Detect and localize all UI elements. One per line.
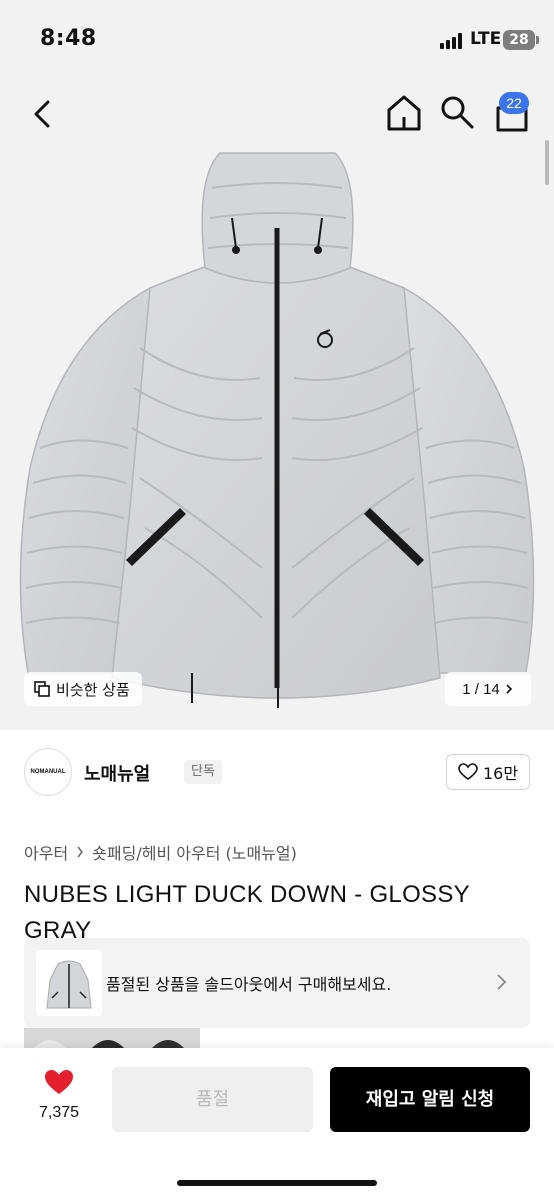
similar-products-label: 비슷한 상품	[56, 680, 130, 699]
soldout-banner[interactable]: 품절된 상품을 솔드아웃에서 구매해보세요.	[24, 938, 530, 1028]
brand-logo-text: NOMANUAL	[30, 769, 66, 775]
breadcrumb-category[interactable]: 아우터	[24, 840, 68, 864]
cart-count-badge: 22	[499, 92, 529, 114]
breadcrumb-subcategory[interactable]: 숏패딩/헤비 아우터 (노매뉴얼)	[92, 840, 297, 864]
color-variant-thumbnails	[24, 1028, 200, 1048]
battery-icon: 28	[503, 30, 539, 50]
soldout-banner-text: 품절된 상품을 솔드아웃에서 구매해보세요.	[106, 975, 392, 994]
breadcrumb: 아우터 숏패딩/헤비 아우터 (노매뉴얼)	[24, 840, 297, 864]
exclusive-tag: 단독	[184, 760, 222, 784]
image-counter-text: 1 / 14	[462, 680, 500, 698]
signal-icon	[440, 33, 466, 49]
brand-name[interactable]: 노매뉴얼	[84, 760, 150, 786]
color-variants[interactable]	[24, 1028, 200, 1048]
brand-logo[interactable]: NOMANUAL	[24, 748, 72, 796]
back-icon[interactable]	[26, 96, 62, 132]
heart-filled-icon	[45, 1070, 73, 1094]
chevron-right-icon	[506, 684, 512, 694]
restock-alert-button[interactable]: 재입고 알림 신청	[330, 1067, 530, 1132]
brand-row: NOMANUAL 노매뉴얼 단독 16만	[24, 748, 530, 796]
network-type: LTE	[470, 29, 502, 49]
scrollbar	[545, 140, 549, 185]
chevron-right-icon	[497, 974, 507, 990]
heart-outline-icon	[458, 763, 478, 780]
purchase-bar: 7,375 품절 재입고 알림 신청	[0, 1048, 554, 1200]
soldout-thumbnail	[36, 950, 102, 1016]
chevron-right-icon	[77, 846, 84, 858]
home-indicator	[177, 1180, 377, 1186]
similar-icon	[34, 681, 50, 697]
home-icon[interactable]	[385, 93, 423, 133]
brand-like-count: 16만	[482, 764, 519, 783]
status-bar: 8:48 LTE 28	[0, 0, 554, 80]
search-icon[interactable]	[439, 94, 475, 130]
image-counter[interactable]: 1 / 14	[445, 672, 531, 706]
product-gallery[interactable]: 22 비슷한 상품 1 / 14	[0, 80, 554, 730]
wishlist-button[interactable]: 7,375	[24, 1068, 94, 1128]
similar-products-button[interactable]: 비슷한 상품	[24, 672, 142, 706]
product-image[interactable]	[0, 148, 554, 708]
status-time: 8:48	[40, 26, 97, 51]
brand-like-button[interactable]: 16만	[446, 754, 530, 790]
soldout-button[interactable]: 품절	[112, 1067, 313, 1132]
wishlist-count: 7,375	[38, 1104, 80, 1121]
